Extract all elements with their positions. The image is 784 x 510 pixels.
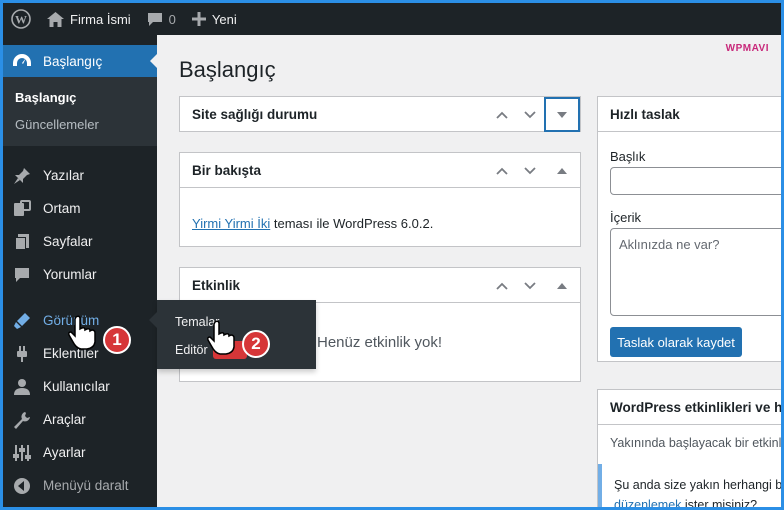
site-name-label: Firma İsmi	[70, 11, 131, 27]
comment-bubble-icon	[147, 12, 163, 27]
move-down-icon[interactable]	[516, 166, 544, 175]
draft-title-input[interactable]	[610, 167, 781, 195]
save-draft-button[interactable]: Taslak olarak kaydet	[610, 327, 742, 357]
wordpress-logo-icon[interactable]: W	[3, 3, 39, 35]
step-badge-2: 2	[242, 330, 270, 358]
step-badge-1: 1	[103, 326, 131, 354]
tools-icon	[11, 410, 33, 430]
media-icon	[11, 199, 33, 219]
flyout-item-editor[interactable]: Editör	[175, 343, 208, 357]
move-up-icon[interactable]	[488, 111, 516, 119]
pin-icon	[11, 166, 33, 186]
draft-content-label: İçerik	[610, 210, 642, 225]
toggle-panel-button[interactable]	[544, 97, 580, 132]
new-content-link[interactable]: Yeni	[184, 3, 245, 35]
notice-line2: ister misiniz?	[684, 498, 758, 507]
theme-link[interactable]: Yirmi Yirmi İki	[192, 216, 270, 231]
sidebar-item-settings[interactable]: Ayarlar	[3, 436, 157, 469]
sidebar-item-label: Kullanıcılar	[43, 379, 110, 394]
events-notice: Şu anda size yakın herhangi bi düzenleme…	[598, 464, 781, 507]
main-content: Başlangıç WPMAVI Site sağlığı durumu Bir…	[157, 35, 781, 507]
admin-bar: W Firma İsmi 0 Yeni	[3, 3, 781, 35]
events-widget: WordPress etkinlikleri ve hal Yakınında …	[597, 389, 781, 507]
move-up-icon[interactable]	[488, 167, 516, 175]
admin-sidebar: Başlangıç Başlangıç Güncellemeler Yazıla…	[3, 35, 158, 507]
notice-edit-link[interactable]: düzenlemek	[614, 498, 681, 507]
events-subtitle: Yakınında başlayacak bir etkinlik	[610, 436, 781, 450]
widget-title: Hızlı taslak	[610, 106, 680, 122]
comment-count: 0	[168, 11, 176, 27]
sidebar-item-label: Ayarlar	[43, 445, 86, 460]
plugins-icon	[11, 344, 33, 364]
draft-content-textarea[interactable]: Aklınızda ne var?	[610, 228, 781, 316]
at-a-glance-widget: Bir bakışta Yirmi Yirmi İki teması ile W…	[179, 152, 581, 247]
appearance-icon	[11, 311, 33, 331]
collapse-menu-button[interactable]: Menüyü daralt	[3, 469, 157, 502]
sidebar-item-users[interactable]: Kullanıcılar	[3, 370, 157, 403]
theme-text: teması ile WordPress 6.0.2.	[273, 216, 434, 231]
sidebar-item-label: Araçlar	[43, 412, 86, 427]
site-name-link[interactable]: Firma İsmi	[39, 3, 139, 35]
settings-icon	[11, 443, 33, 463]
move-down-icon[interactable]	[516, 110, 544, 119]
hand-cursor-icon	[68, 315, 96, 350]
toggle-panel-button[interactable]	[544, 268, 580, 303]
dashboard-submenu: Başlangıç Güncellemeler	[3, 77, 157, 146]
sidebar-item-label: Başlangıç	[43, 53, 103, 69]
toggle-panel-button[interactable]	[544, 153, 580, 188]
sidebar-item-pages[interactable]: Sayfalar	[3, 225, 157, 258]
submenu-item-home[interactable]: Başlangıç	[3, 84, 157, 111]
sidebar-item-dashboard[interactable]: Başlangıç	[3, 45, 158, 77]
widget-title: Bir bakışta	[192, 162, 262, 178]
sidebar-item-label: Yazılar	[43, 168, 85, 183]
sidebar-item-label: Sayfalar	[43, 234, 93, 249]
move-down-icon[interactable]	[516, 281, 544, 290]
notice-line1: Şu anda size yakın herhangi bi	[614, 478, 781, 492]
pages-icon	[11, 232, 33, 252]
widget-title: Etkinlik	[192, 277, 241, 293]
new-label: Yeni	[211, 11, 237, 27]
widget-title: Site sağlığı durumu	[192, 106, 318, 122]
dashboard-icon	[11, 51, 33, 71]
sidebar-item-label: Ortam	[43, 201, 81, 216]
plus-icon	[191, 12, 206, 26]
comments-icon	[11, 265, 33, 285]
svg-text:W: W	[15, 13, 27, 27]
sidebar-item-media[interactable]: Ortam	[3, 192, 157, 225]
page-title: Başlangıç	[179, 57, 276, 82]
comments-link[interactable]: 0	[139, 3, 184, 35]
brand-watermark: WPMAVI	[725, 43, 769, 54]
screen-frame: W Firma İsmi 0 Yeni Başlangıç Başlangıç …	[3, 3, 781, 507]
collapse-arrow-icon	[11, 476, 33, 496]
quick-draft-widget: Hızlı taslak Başlık İçerik Aklınızda ne …	[597, 96, 781, 362]
draft-title-label: Başlık	[610, 149, 646, 164]
activity-empty-text: Henüz etkinlik yok!	[317, 334, 443, 351]
site-health-widget: Site sağlığı durumu	[179, 96, 581, 132]
sidebar-item-posts[interactable]: Yazılar	[3, 159, 157, 192]
collapse-label: Menüyü daralt	[43, 478, 129, 493]
hand-cursor-icon	[207, 320, 235, 355]
users-icon	[11, 377, 33, 397]
sidebar-item-comments[interactable]: Yorumlar	[3, 258, 157, 291]
appearance-flyout-menu: Temalar Editör	[149, 300, 316, 369]
sidebar-item-label: Yorumlar	[43, 267, 97, 282]
sidebar-item-tools[interactable]: Araçlar	[3, 403, 157, 436]
widget-title: WordPress etkinlikleri ve hal	[610, 399, 781, 415]
home-icon	[47, 11, 64, 27]
submenu-item-updates[interactable]: Güncellemeler	[3, 111, 157, 138]
move-up-icon[interactable]	[488, 282, 516, 290]
